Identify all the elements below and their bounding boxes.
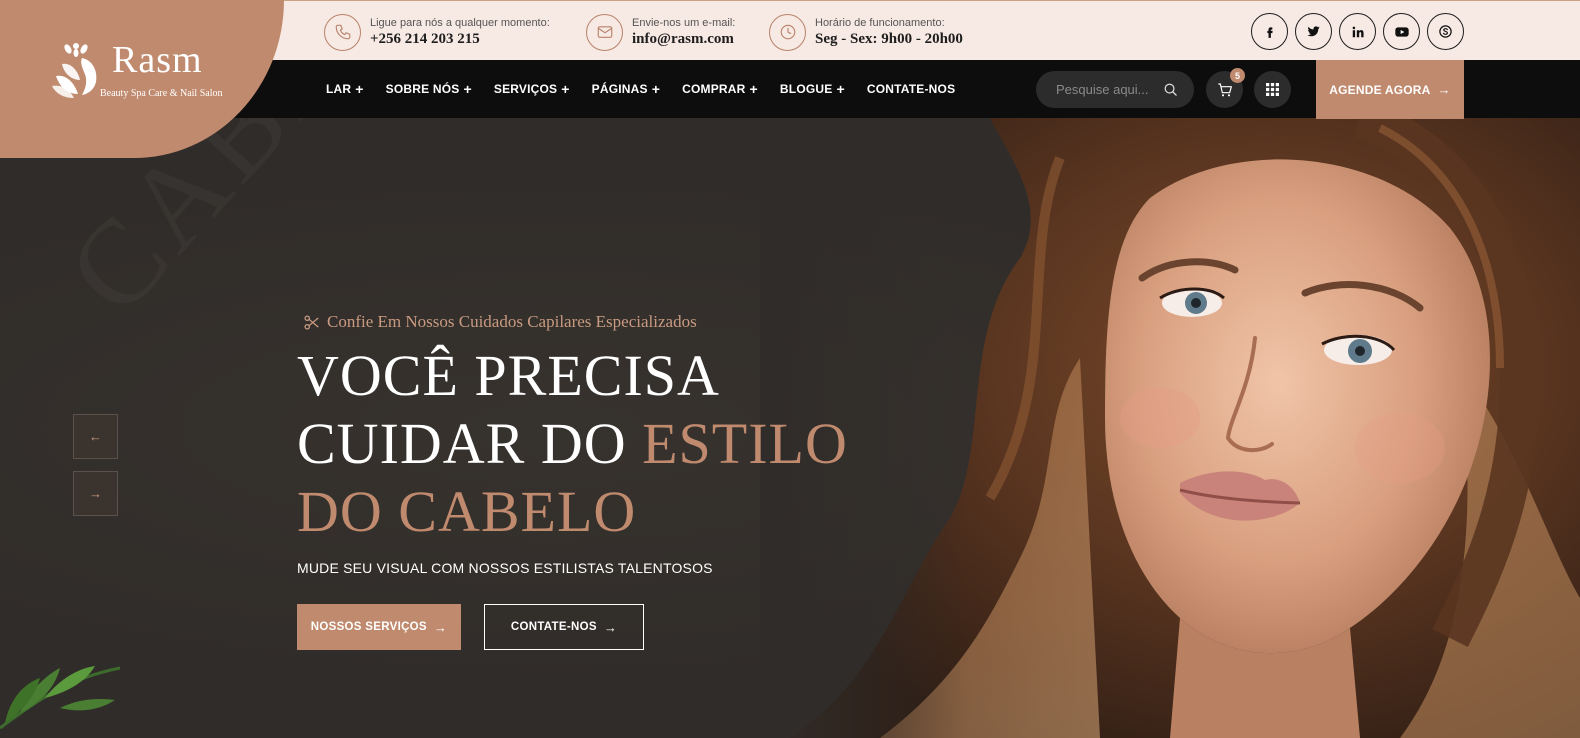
search-box [1036, 71, 1194, 108]
nav-item-label: SOBRE NÓS [385, 82, 460, 96]
linkedin-icon[interactable] [1339, 13, 1376, 50]
email-label: Envie-nos um e-mail: [632, 16, 736, 29]
hours-value: Seg - Sex: 9h00 - 20h00 [815, 30, 963, 47]
nav-item-blogue[interactable]: BLOGUE + [780, 82, 845, 96]
hero-headline: VOCÊ PRECISA CUIDAR DO ESTILO DO CABELO [297, 342, 848, 546]
social-links [1251, 13, 1464, 50]
arrow-right-icon: → [433, 619, 448, 635]
hours-label: Horário de funcionamento: [815, 16, 945, 29]
headline-line-2-white: CUIDAR DO [297, 411, 643, 476]
skype-icon[interactable] [1427, 13, 1464, 50]
plus-icon: + [836, 81, 845, 97]
hero-subtitle: Confie Em Nossos Cuidados Capilares Espe… [303, 312, 697, 332]
nav-item-label: COMPRAR [682, 82, 746, 96]
slider-prev-button[interactable]: ← [73, 414, 118, 459]
plus-icon: + [355, 81, 364, 97]
hours-info: Horário de funcionamento: Seg - Sex: 9h0… [769, 12, 963, 52]
plus-icon: + [561, 81, 570, 97]
arrow-right-icon: → [1437, 82, 1451, 97]
cart-button[interactable]: 5 [1206, 68, 1245, 108]
headline-line-2-accent: ESTILO [642, 411, 848, 476]
phone-number[interactable]: +256 214 203 215 [370, 30, 550, 49]
nav-item-label: BLOGUE [779, 82, 833, 96]
search-input[interactable] [1056, 82, 1160, 97]
nav-item-servicos[interactable]: SERVIÇOS + [494, 82, 570, 96]
grid-menu-button[interactable] [1254, 71, 1291, 108]
headline-line-3: DO CABELO [297, 479, 637, 544]
facebook-icon[interactable] [1251, 13, 1288, 50]
email-address[interactable]: info@rasm.com [632, 30, 735, 49]
arrow-right-icon: → [603, 619, 618, 635]
plus-icon: + [651, 81, 661, 97]
search-icon[interactable] [1163, 82, 1178, 97]
plus-icon: + [749, 81, 758, 97]
plus-icon: + [463, 81, 472, 97]
our-services-label: NOSSOS SERVIÇOS [310, 621, 427, 633]
clock-icon [769, 13, 806, 51]
hero-portrait-image [760, 118, 1580, 738]
our-services-button[interactable]: NOSSOS SERVIÇOS → [297, 604, 461, 650]
arrow-left-icon: ← [89, 429, 102, 444]
nav-item-sobre-nos[interactable]: SOBRE NÓS + [386, 82, 472, 96]
nav-item-contate-nos[interactable]: CONTATE-NOS [867, 82, 955, 96]
youtube-icon[interactable] [1383, 13, 1420, 50]
book-now-button[interactable]: AGENDE AGORA → [1316, 60, 1464, 119]
leaf-decoration-icon [0, 666, 121, 730]
nav-item-label: CONTATE-NOS [866, 82, 956, 96]
cart-count-badge: 5 [1230, 68, 1245, 83]
email-contact[interactable]: Envie-nos um e-mail: info@rasm.com [586, 12, 735, 52]
hero-tagline: MUDE SEU VISUAL COM NOSSOS ESTILISTAS TA… [297, 560, 713, 576]
hero-subtitle-text: Confie Em Nossos Cuidados Capilares Espe… [327, 312, 697, 331]
headline-line-2: CUIDAR DO ESTILO [297, 410, 848, 478]
slider-next-button[interactable]: → [73, 471, 118, 516]
grid-icon [1266, 83, 1279, 96]
nav-item-paginas[interactable]: PÁGINAS + [592, 82, 660, 96]
arrow-right-icon: → [89, 486, 102, 501]
scissors-icon [304, 314, 319, 330]
nav-item-label: SERVIÇOS [493, 82, 558, 96]
brand-name: Rasm [112, 39, 203, 81]
nav-item-label: PÁGINAS [591, 82, 648, 96]
headline-line-1: VOCÊ PRECISA [297, 343, 720, 408]
book-now-label: AGENDE AGORA [1329, 82, 1431, 97]
phone-contact[interactable]: Ligue para nós a qualquer momento: +256 … [324, 12, 550, 52]
main-menu: LAR + SOBRE NÓS + SERVIÇOS + PÁGINAS + COMPR… [326, 60, 977, 118]
contact-us-label: CONTATE-NOS [510, 621, 597, 633]
contact-us-button[interactable]: CONTATE-NOS → [484, 604, 644, 650]
nav-item-comprar[interactable]: COMPRAR + [682, 82, 758, 96]
brand-tagline: Beauty Spa Care & Nail Salon [100, 88, 223, 99]
cart-icon [1217, 82, 1232, 96]
phone-icon [324, 13, 361, 51]
twitter-icon[interactable] [1295, 13, 1332, 50]
envelope-icon [586, 13, 623, 51]
phone-label: Ligue para nós a qualquer momento: [370, 16, 550, 29]
nav-item-label: LAR [326, 82, 352, 96]
nav-item-lar[interactable]: LAR + [326, 82, 364, 96]
